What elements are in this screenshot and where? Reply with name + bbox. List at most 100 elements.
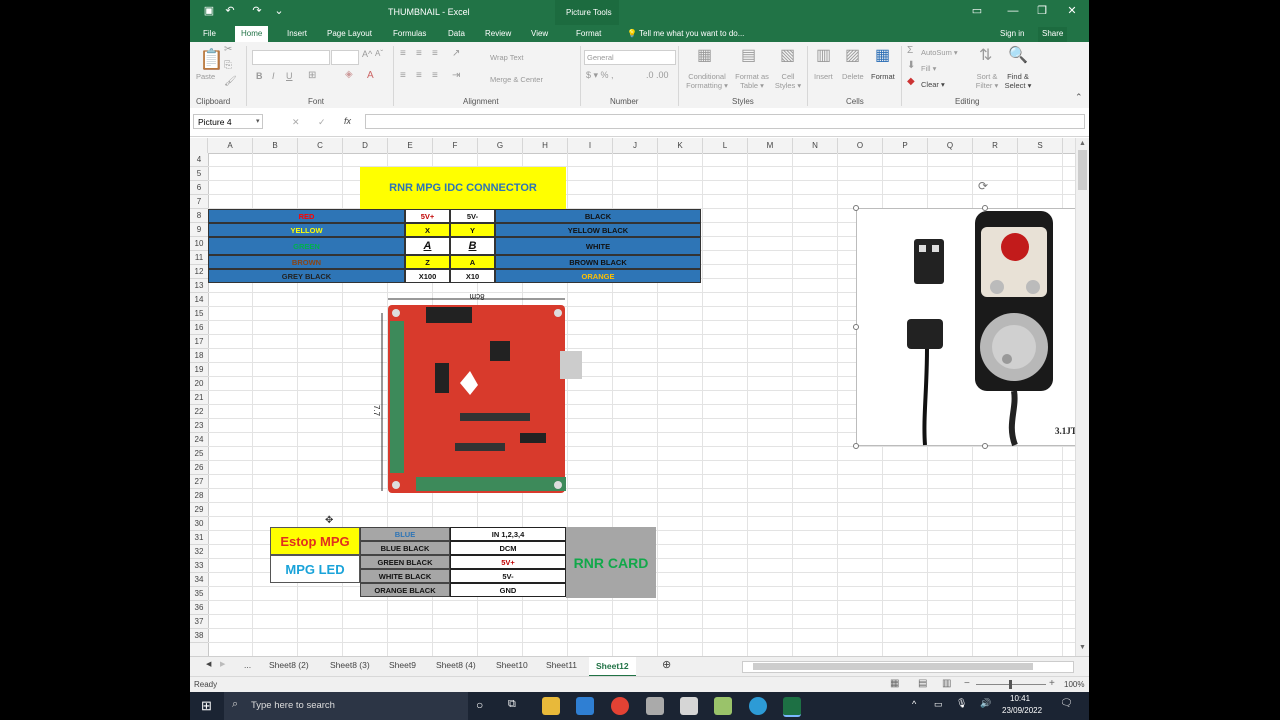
column-header[interactable]: G (478, 138, 523, 153)
sheet-tab[interactable]: Sheet8 (2) (269, 660, 309, 670)
save-icon[interactable]: ▣ (202, 4, 216, 18)
column-header[interactable]: B (253, 138, 298, 153)
orientation-icon[interactable]: ↗ (452, 48, 460, 59)
borders-icon[interactable]: ⊞ (308, 70, 316, 81)
scroll-down-icon[interactable]: ▼ (1079, 644, 1086, 651)
lower-wire-cell[interactable]: WHITE BLACK (360, 569, 450, 583)
insert-cells-icon[interactable]: ▥ (816, 45, 831, 65)
taskbar-search-box[interactable]: ⌕ Type here to search (224, 692, 468, 720)
scroll-thumb[interactable] (1078, 150, 1087, 190)
mpg-led-cell[interactable]: MPG LED (270, 555, 360, 583)
row-header[interactable]: 6 (190, 181, 208, 195)
lower-signal-cell[interactable]: GND (450, 583, 566, 597)
row-header[interactable]: 21 (190, 391, 208, 405)
paste-icon[interactable]: 📋 (199, 47, 224, 72)
lower-signal-cell[interactable]: DCM (450, 541, 566, 555)
task-view-icon[interactable]: ⧉ (508, 698, 516, 711)
tab-review[interactable]: Review (485, 27, 511, 42)
prev-sheet-icon[interactable]: ◀ (206, 660, 211, 668)
idc-left-cell[interactable]: YELLOW (208, 223, 405, 237)
row-header[interactable]: 24 (190, 433, 208, 447)
column-header[interactable]: A (208, 138, 253, 153)
tab-home[interactable]: Home (235, 26, 269, 42)
sheet-tab[interactable]: Sheet10 (496, 660, 528, 670)
sort-filter-icon[interactable]: ⇅ (979, 45, 992, 65)
cancel-icon[interactable]: ✕ (292, 117, 300, 128)
hscroll-thumb[interactable] (753, 663, 1033, 670)
row-header[interactable]: 14 (190, 293, 208, 307)
align-top-icon[interactable]: ≡ (400, 48, 406, 59)
format-cells-icon[interactable]: ▦ (875, 45, 890, 65)
chrome-icon[interactable] (611, 697, 629, 715)
windows-start-icon[interactable]: ⊞ (201, 698, 212, 714)
paste-label[interactable]: Paste (196, 72, 215, 81)
idc-pin-e-cell[interactable]: X100 (405, 269, 450, 283)
column-header[interactable]: J (613, 138, 658, 153)
tab-format[interactable]: Format (576, 27, 601, 42)
wrap-text-button[interactable]: Wrap Text (490, 53, 524, 62)
decrease-font-icon[interactable]: Aˇ (375, 49, 383, 58)
resize-handle-s[interactable] (982, 443, 988, 449)
sheet-tab[interactable]: Sheet8 (3) (330, 660, 370, 670)
estop-mpg-cell[interactable]: Estop MPG (270, 527, 360, 555)
notifications-icon[interactable]: 🗨 (1060, 698, 1073, 709)
row-header[interactable]: 13 (190, 279, 208, 293)
find-select-label[interactable]: Find & Select ▾ (1002, 72, 1034, 90)
calculator-icon[interactable] (680, 697, 698, 715)
row-header[interactable]: 26 (190, 461, 208, 475)
customize-qat-icon[interactable]: ⌄ (272, 4, 286, 18)
align-right-icon[interactable]: ≡ (432, 70, 438, 81)
insert-cells-label[interactable]: Insert (814, 72, 833, 81)
select-all-corner[interactable] (190, 138, 208, 153)
autosum-label[interactable]: AutoSum ▾ (921, 48, 958, 57)
idc-pin-e-cell[interactable]: Z (405, 255, 450, 269)
column-header[interactable]: P (883, 138, 928, 153)
row-header[interactable]: 32 (190, 545, 208, 559)
cortana-icon[interactable]: ○ (476, 698, 483, 712)
title-cell[interactable]: RNR MPG IDC CONNECTOR (360, 167, 566, 209)
lower-signal-cell[interactable]: 5V- (450, 569, 566, 583)
row-header[interactable]: 22 (190, 405, 208, 419)
idc-left-cell[interactable]: RED (208, 209, 405, 223)
row-header[interactable]: 34 (190, 573, 208, 587)
tab-view[interactable]: View (531, 27, 548, 42)
sheet-tab[interactable]: Sheet8 (4) (436, 660, 476, 670)
sheet-tab-more[interactable]: ... (244, 660, 251, 670)
edge-icon[interactable] (749, 697, 767, 715)
find-select-icon[interactable]: 🔍 (1008, 45, 1028, 65)
row-header[interactable]: 19 (190, 363, 208, 377)
scroll-up-icon[interactable]: ▲ (1079, 140, 1086, 147)
column-header[interactable]: M (748, 138, 793, 153)
rotate-handle-icon[interactable]: ⟳ (978, 179, 988, 193)
idc-right-cell[interactable]: BLACK (495, 209, 701, 223)
horizontal-scrollbar[interactable] (742, 661, 1074, 673)
column-header[interactable]: E (388, 138, 433, 153)
fill-label[interactable]: Fill ▾ (921, 64, 936, 73)
minimize-icon[interactable]: — (1006, 4, 1020, 18)
font-name-box[interactable] (252, 50, 330, 65)
bob-board-image[interactable]: 8cm 7.7 (360, 292, 590, 498)
row-header[interactable]: 8 (190, 209, 208, 223)
idc-pin-f-cell[interactable]: X10 (450, 269, 495, 283)
idc-pin-e-cell[interactable]: 5V+ (405, 209, 450, 223)
lower-wire-cell[interactable]: ORANGE BLACK (360, 583, 450, 597)
row-header[interactable]: 23 (190, 419, 208, 433)
column-header[interactable]: R (973, 138, 1018, 153)
worksheet-grid[interactable]: RNR MPG IDC CONNECTOR RED 5V+ 5V- BLACK YELL… (208, 153, 1075, 656)
font-color-icon[interactable]: A (367, 70, 374, 81)
column-header[interactable]: Q (928, 138, 973, 153)
rnr-card-cell[interactable]: RNR CARD (566, 527, 656, 598)
row-header[interactable]: 12 (190, 265, 208, 279)
column-header[interactable]: C (298, 138, 343, 153)
row-header[interactable]: 17 (190, 335, 208, 349)
row-header[interactable]: 35 (190, 587, 208, 601)
number-format-box[interactable]: General (584, 50, 676, 65)
tab-formulas[interactable]: Formulas (393, 27, 426, 42)
tab-data[interactable]: Data (448, 27, 465, 42)
format-table-icon[interactable]: ▤ (741, 45, 756, 65)
idc-right-cell[interactable]: ORANGE (495, 269, 701, 283)
format-cells-label[interactable]: Format (871, 72, 895, 81)
column-header[interactable]: K (658, 138, 703, 153)
column-header[interactable]: H (523, 138, 568, 153)
resize-handle-n[interactable] (982, 205, 988, 211)
